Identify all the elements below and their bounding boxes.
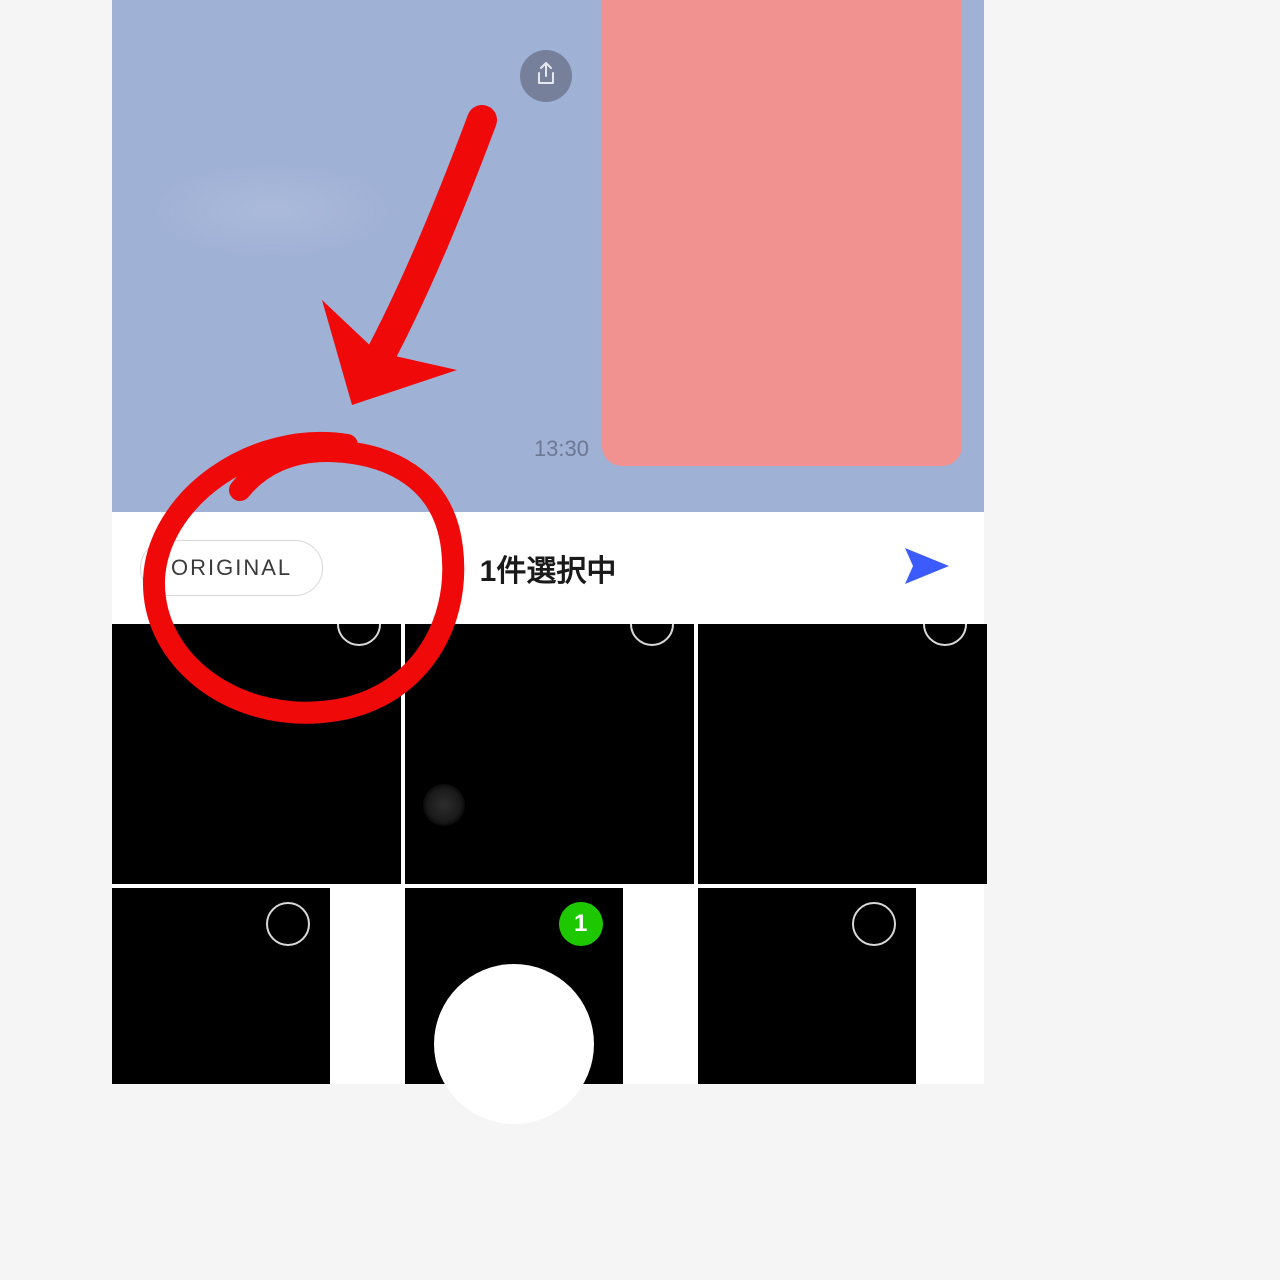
selection-circle[interactable] bbox=[337, 602, 381, 646]
app-viewport: 13:30 ORIGINAL 1件選択中 bbox=[112, 0, 984, 1080]
selection-circle[interactable] bbox=[630, 602, 674, 646]
photo-thumb[interactable] bbox=[112, 624, 401, 884]
share-icon bbox=[534, 61, 558, 92]
cloud-decoration bbox=[142, 160, 402, 260]
thumb-detail bbox=[423, 784, 465, 826]
share-button[interactable] bbox=[520, 50, 572, 102]
selection-circle[interactable] bbox=[852, 902, 896, 946]
chat-background: 13:30 bbox=[112, 0, 984, 512]
photo-grid: 1 bbox=[112, 624, 984, 1084]
selection-circle[interactable] bbox=[266, 902, 310, 946]
photo-thumb[interactable] bbox=[698, 624, 987, 884]
sent-image-message[interactable] bbox=[602, 0, 962, 466]
photo-thumb[interactable]: 1 bbox=[405, 888, 623, 1084]
photo-thumb[interactable] bbox=[112, 888, 330, 1084]
photo-thumb[interactable] bbox=[405, 624, 694, 884]
selection-badge[interactable]: 1 bbox=[559, 902, 603, 946]
selection-circle[interactable] bbox=[923, 602, 967, 646]
send-button[interactable] bbox=[898, 539, 956, 597]
original-toggle[interactable]: ORIGINAL bbox=[140, 540, 323, 596]
thumb-detail bbox=[434, 964, 594, 1124]
photo-picker-bar: ORIGINAL 1件選択中 bbox=[112, 512, 984, 624]
send-icon bbox=[901, 540, 953, 597]
photo-thumb[interactable] bbox=[698, 888, 916, 1084]
selection-count-label: 1件選択中 bbox=[480, 546, 617, 590]
message-timestamp: 13:30 bbox=[534, 436, 589, 462]
